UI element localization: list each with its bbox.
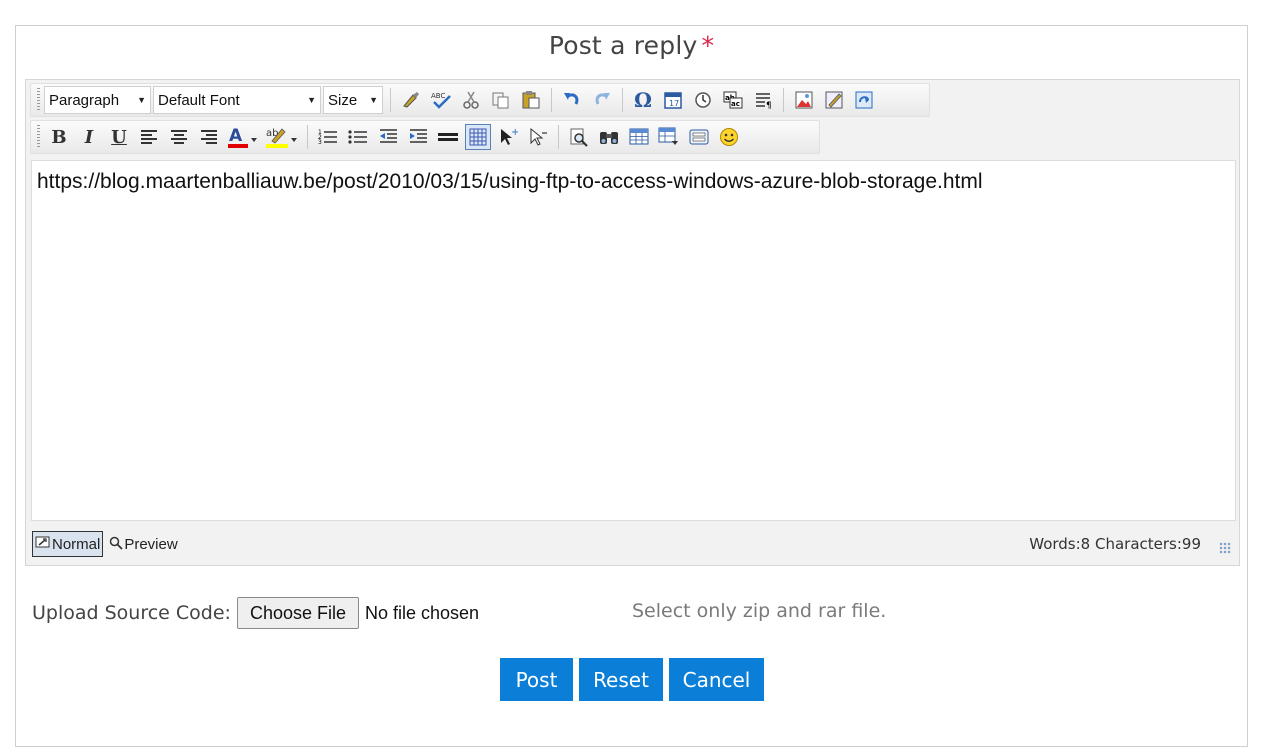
- ordered-list-icon[interactable]: 123: [315, 124, 341, 150]
- table-icon[interactable]: [465, 124, 491, 150]
- rich-text-editor: Paragraph ▼ Default Font ▼ Size ▼ ABC Ω …: [25, 79, 1240, 566]
- paragraph-icon[interactable]: ¶: [750, 87, 776, 113]
- find-icon[interactable]: [566, 124, 592, 150]
- choose-file-button[interactable]: Choose File: [236, 597, 359, 629]
- svg-text:¶: ¶: [766, 101, 772, 110]
- reset-button[interactable]: Reset: [579, 658, 663, 701]
- toolbar-separator: [622, 88, 623, 112]
- underline-label: U: [111, 126, 127, 148]
- paragraph-select-value: Paragraph: [49, 91, 120, 109]
- insert-image-icon[interactable]: [791, 87, 817, 113]
- special-char-icon[interactable]: Ω: [630, 87, 656, 113]
- svg-text:3: 3: [318, 139, 322, 146]
- font-color-label: A: [229, 126, 243, 146]
- undo-icon[interactable]: [559, 87, 585, 113]
- reply-panel: Post a reply * Paragraph ▼ Default Font ▼…: [15, 25, 1248, 747]
- reply-title: Post a reply *: [16, 31, 1247, 60]
- format-painter-icon[interactable]: [398, 87, 424, 113]
- upload-label: Upload Source Code:: [32, 602, 231, 624]
- toolbar-separator: [551, 88, 552, 112]
- align-right-icon[interactable]: [196, 124, 222, 150]
- reply-title-text: Post a reply: [548, 31, 698, 60]
- edit-image-icon[interactable]: [821, 87, 847, 113]
- normal-mode-button[interactable]: Normal: [32, 531, 104, 557]
- cancel-button[interactable]: Cancel: [669, 658, 764, 701]
- align-center-icon[interactable]: [166, 124, 192, 150]
- insert-date-icon[interactable]: 17: [660, 87, 686, 113]
- paste-icon[interactable]: [518, 87, 544, 113]
- toolbar-grip[interactable]: [37, 88, 40, 112]
- upload-row: Upload Source Code: Choose File No file …: [32, 596, 479, 630]
- find-replace-icon[interactable]: abac: [720, 87, 746, 113]
- svg-text:ac: ac: [731, 100, 740, 108]
- outdent-icon[interactable]: [375, 124, 401, 150]
- chevron-down-icon: ▼: [307, 95, 316, 105]
- preview-mode-button[interactable]: Preview: [107, 531, 179, 557]
- align-left-icon[interactable]: [136, 124, 162, 150]
- size-select[interactable]: Size ▼: [323, 86, 383, 114]
- toolbar-separator: [307, 125, 308, 149]
- horizontal-rule-icon[interactable]: [435, 124, 461, 150]
- binoculars-icon[interactable]: [596, 124, 622, 150]
- preview-mode-label: Preview: [124, 535, 178, 553]
- insert-time-icon[interactable]: [690, 87, 716, 113]
- cut-icon[interactable]: [458, 87, 484, 113]
- bold-label: B: [51, 126, 67, 148]
- toolbar-row-1: Paragraph ▼ Default Font ▼ Size ▼ ABC Ω …: [30, 83, 930, 117]
- size-select-value: Size: [328, 91, 358, 109]
- normal-mode-label: Normal: [52, 535, 101, 553]
- bold-icon[interactable]: B: [46, 124, 72, 150]
- table-props-icon[interactable]: [656, 124, 682, 150]
- required-mark: *: [701, 31, 715, 60]
- editor-content[interactable]: https://blog.maartenballiauw.be/post/201…: [31, 160, 1236, 521]
- form-icon[interactable]: [686, 124, 712, 150]
- select-icon[interactable]: [525, 124, 551, 150]
- normal-mode-icon: [35, 536, 51, 553]
- indent-icon[interactable]: [405, 124, 431, 150]
- highlight-color-icon[interactable]: ab: [264, 124, 300, 150]
- post-button[interactable]: Post: [500, 658, 573, 701]
- font-select-value: Default Font: [158, 91, 240, 109]
- font-select[interactable]: Default Font ▼: [153, 86, 321, 114]
- resize-handle[interactable]: [1219, 542, 1231, 554]
- paragraph-select[interactable]: Paragraph ▼: [44, 86, 151, 114]
- word-character-count: Words:8 Characters:99: [1029, 535, 1201, 553]
- insert-flash-icon[interactable]: [851, 87, 877, 113]
- italic-icon[interactable]: I: [76, 124, 102, 150]
- svg-text:17: 17: [669, 99, 679, 108]
- select-all-icon[interactable]: +: [495, 124, 521, 150]
- copy-icon[interactable]: [488, 87, 514, 113]
- chevron-down-icon: ▼: [369, 95, 378, 105]
- toolbar-separator: [390, 88, 391, 112]
- chevron-down-icon: ▼: [137, 95, 146, 105]
- smiley-icon[interactable]: [716, 124, 742, 150]
- italic-label: I: [84, 126, 94, 148]
- insert-table-icon[interactable]: [626, 124, 652, 150]
- search-icon: [109, 536, 123, 553]
- underline-icon[interactable]: U: [106, 124, 132, 150]
- special-char-label: Ω: [634, 88, 652, 112]
- toolbar-separator: [558, 125, 559, 149]
- toolbar-separator: [783, 88, 784, 112]
- svg-text:+: +: [511, 127, 518, 138]
- editor-content-text: https://blog.maartenballiauw.be/post/201…: [37, 170, 983, 193]
- action-buttons: Post Reset Cancel: [500, 658, 770, 701]
- editor-status-bar: Normal Preview Words:8 Characters:99: [26, 522, 1239, 566]
- toolbar-row-2: B I U A ab 123 +: [30, 120, 820, 154]
- toolbar-grip[interactable]: [37, 125, 40, 149]
- font-color-icon[interactable]: A: [226, 124, 260, 150]
- spellcheck-icon[interactable]: ABC: [428, 87, 454, 113]
- redo-icon[interactable]: [589, 87, 615, 113]
- file-status: No file chosen: [365, 602, 480, 623]
- unordered-list-icon[interactable]: [345, 124, 371, 150]
- svg-text:ABC: ABC: [431, 92, 445, 100]
- upload-hint: Select only zip and rar file.: [632, 600, 887, 622]
